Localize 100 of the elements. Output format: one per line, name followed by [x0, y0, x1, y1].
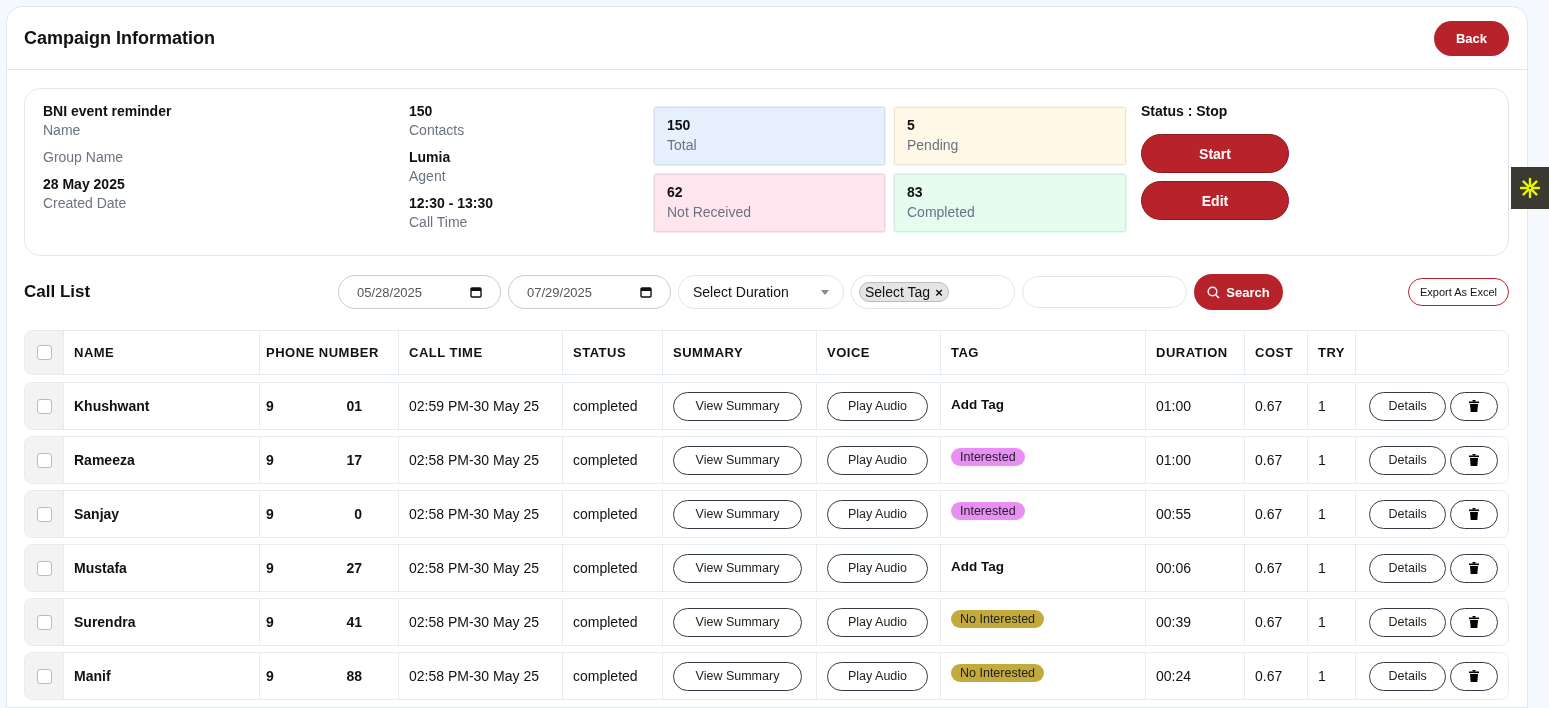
- search-button[interactable]: Search: [1194, 274, 1283, 310]
- view-summary-button[interactable]: View Summary: [673, 391, 802, 421]
- tag-badge: No Interested: [951, 610, 1045, 628]
- view-summary-button[interactable]: View Summary: [673, 661, 802, 691]
- play-audio-button[interactable]: Play Audio: [827, 607, 928, 637]
- play-audio-button[interactable]: Play Audio: [827, 445, 928, 475]
- table-cell: 1: [1318, 668, 1326, 684]
- view-summary-button[interactable]: View Summary: [673, 607, 802, 637]
- stat-label: Pending: [907, 137, 960, 153]
- checkbox[interactable]: [36, 560, 52, 576]
- table-cell: 1: [1318, 506, 1326, 522]
- checkbox[interactable]: [36, 345, 52, 360]
- caret-icon: [821, 289, 829, 295]
- table-cell: 1: [1318, 560, 1326, 576]
- calendar-icon: [640, 286, 652, 298]
- table-cell: 01:00: [1156, 452, 1192, 468]
- back-button[interactable]: Back: [1434, 20, 1509, 56]
- table-cell: 0.67: [1255, 560, 1283, 576]
- start-button[interactable]: Start: [1141, 134, 1289, 173]
- checkbox[interactable]: [36, 506, 52, 522]
- status-text: Status : Stop: [1141, 103, 1229, 119]
- details-button[interactable]: Details: [1369, 661, 1447, 691]
- trash-icon: [1469, 508, 1480, 520]
- details-button[interactable]: Details: [1369, 391, 1447, 421]
- trash-icon: [1469, 562, 1480, 574]
- play-audio-button[interactable]: Play Audio: [827, 553, 928, 583]
- checkbox[interactable]: [36, 452, 52, 468]
- stat-value: 5: [907, 117, 916, 133]
- field-label: Contacts: [409, 122, 466, 138]
- field-label: Agent: [409, 168, 447, 184]
- details-button[interactable]: Details: [1369, 499, 1447, 529]
- column-header: DURATION: [1156, 345, 1228, 360]
- trash-icon: [1469, 670, 1480, 682]
- table-cell: 9: [266, 452, 274, 468]
- field-value: Lumia: [409, 149, 452, 165]
- checkbox[interactable]: [36, 668, 52, 684]
- column-header: CALL TIME: [409, 345, 483, 360]
- add-tag-link[interactable]: Add Tag: [951, 558, 1004, 574]
- delete-button[interactable]: [1450, 553, 1498, 583]
- stat-value: 150: [667, 117, 692, 133]
- field-value: 28 May 2025: [43, 176, 126, 192]
- search-field[interactable]: [1022, 276, 1187, 308]
- field-label: Group Name: [43, 149, 125, 165]
- table-cell: 27: [346, 560, 362, 576]
- table-cell: 0.67: [1255, 668, 1283, 684]
- delete-button[interactable]: [1450, 499, 1498, 529]
- table-cell: completed: [573, 560, 638, 576]
- delete-button[interactable]: [1450, 391, 1498, 421]
- play-audio-button[interactable]: Play Audio: [827, 391, 928, 421]
- delete-button[interactable]: [1450, 445, 1498, 475]
- table-cell: 0: [354, 506, 362, 522]
- table-cell: Manif: [74, 668, 111, 684]
- add-tag-link[interactable]: Add Tag: [951, 396, 1004, 412]
- table-cell: completed: [573, 668, 638, 684]
- table-cell: 0.67: [1255, 614, 1283, 630]
- trash-icon: [1469, 616, 1480, 628]
- stat-label: Not Received: [667, 204, 753, 220]
- stat-value: 83: [907, 184, 924, 200]
- table-cell: completed: [573, 614, 638, 630]
- table-cell: 00:39: [1156, 614, 1192, 630]
- table-cell: completed: [573, 452, 638, 468]
- field-label: Created Date: [43, 195, 128, 211]
- search-icon: [1207, 285, 1221, 299]
- floating-widget[interactable]: [1511, 167, 1549, 209]
- column-header: NAME: [74, 345, 115, 360]
- view-summary-button[interactable]: View Summary: [673, 553, 802, 583]
- details-button[interactable]: Details: [1369, 553, 1447, 583]
- edit-button[interactable]: Edit: [1141, 181, 1289, 220]
- view-summary-button[interactable]: View Summary: [673, 445, 802, 475]
- chip-label: Select Tag: [865, 284, 931, 300]
- table-cell: 1: [1318, 614, 1326, 630]
- view-summary-button[interactable]: View Summary: [673, 499, 802, 529]
- details-button[interactable]: Details: [1369, 607, 1447, 637]
- checkbox[interactable]: [36, 398, 52, 414]
- field-value: 150: [409, 103, 434, 119]
- delete-button[interactable]: [1450, 661, 1498, 691]
- table-cell: 00:06: [1156, 560, 1192, 576]
- stat-label: Total: [667, 137, 698, 153]
- table-cell: 0.67: [1255, 506, 1283, 522]
- chip-remove[interactable]: ×: [935, 284, 943, 300]
- stat-value: 62: [667, 184, 684, 200]
- checkbox[interactable]: [36, 614, 52, 630]
- section-title: Call List: [24, 282, 92, 302]
- field-label: Call Time: [409, 214, 469, 230]
- play-audio-button[interactable]: Play Audio: [827, 499, 928, 529]
- table-cell: 02:58 PM-30 May 25: [409, 452, 539, 468]
- details-button[interactable]: Details: [1369, 445, 1447, 475]
- table-cell: 17: [346, 452, 362, 468]
- table-cell: 01:00: [1156, 398, 1192, 414]
- delete-button[interactable]: [1450, 607, 1498, 637]
- table-cell: 0.67: [1255, 398, 1283, 414]
- field-value: BNI event reminder: [43, 103, 173, 119]
- table-cell: 01: [346, 398, 362, 414]
- export-button[interactable]: Export As Excel: [1407, 278, 1509, 306]
- column-header: PHONE NUMBER: [266, 345, 379, 360]
- table-cell: 00:55: [1156, 506, 1192, 522]
- play-audio-button[interactable]: Play Audio: [827, 661, 928, 691]
- table-cell: Rameeza: [74, 452, 135, 468]
- tag-badge: Interested: [951, 448, 1025, 466]
- table-cell: 88: [346, 668, 362, 684]
